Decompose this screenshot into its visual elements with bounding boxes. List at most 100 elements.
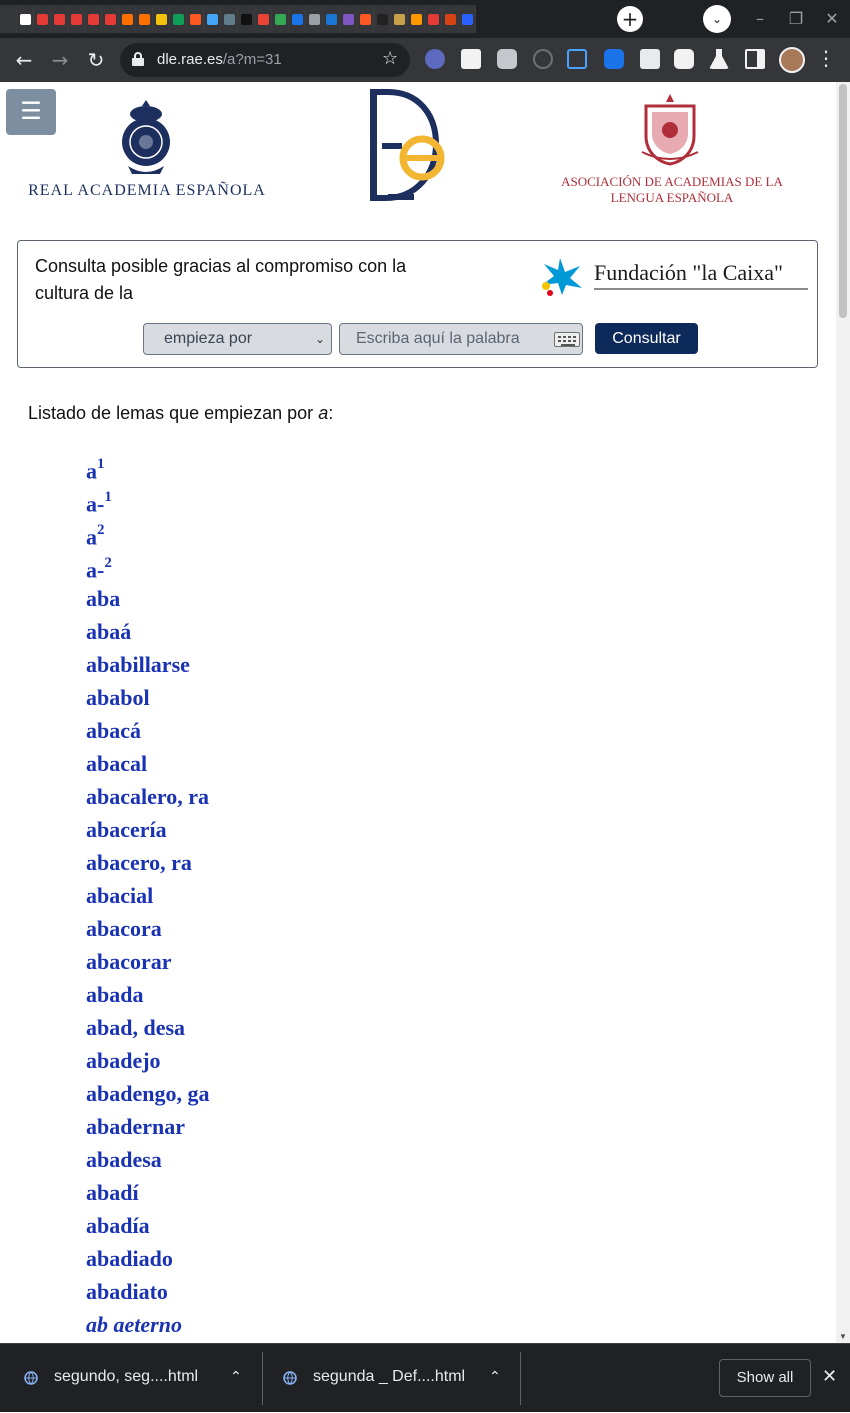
puzzle-blue-extension-icon[interactable] <box>604 49 624 69</box>
keyboard-icon[interactable] <box>554 332 580 347</box>
browser-tab[interactable] <box>170 5 187 33</box>
browser-tab[interactable] <box>323 5 340 33</box>
browser-tab[interactable] <box>238 5 255 33</box>
lemma-text: a <box>86 458 97 484</box>
scrollbar-thumb[interactable] <box>839 84 847 318</box>
browser-tab[interactable] <box>340 5 357 33</box>
lemma-link[interactable]: ababillarse <box>86 648 209 681</box>
lemma-link[interactable]: abada <box>86 978 209 1011</box>
rae-logo[interactable]: REAL ACADEMIA ESPAÑOLA <box>22 96 272 204</box>
browser-tab[interactable] <box>272 5 289 33</box>
address-bar[interactable]: dle.rae.es/a?m=31 ☆ <box>120 43 410 77</box>
browser-tab[interactable] <box>102 5 119 33</box>
consult-button[interactable]: Consultar <box>595 323 698 354</box>
browser-tab[interactable] <box>255 5 272 33</box>
browser-tab[interactable] <box>17 5 34 33</box>
chevron-up-icon[interactable]: ⌃ <box>230 1369 242 1385</box>
tab-favicon-icon <box>189 13 201 25</box>
page-scrollbar[interactable]: ▼ <box>836 82 850 1343</box>
flask-extension-icon[interactable] <box>709 49 729 69</box>
new-tab-button[interactable]: + <box>617 6 643 32</box>
browser-tab[interactable] <box>306 5 323 33</box>
browser-tab[interactable] <box>408 5 425 33</box>
lemma-link[interactable]: ababol <box>86 681 209 714</box>
browser-tab[interactable] <box>119 5 136 33</box>
browser-tab[interactable] <box>289 5 306 33</box>
asale-logo[interactable]: ASOCIACIÓN DE ACADEMIAS DE LA LENGUA ESP… <box>552 92 792 210</box>
close-download-bar-icon[interactable]: ✕ <box>822 1366 837 1387</box>
block-extension-icon[interactable] <box>533 49 553 69</box>
lemma-link[interactable]: aba <box>86 582 209 615</box>
lemma-link[interactable]: abacero, ra <box>86 846 209 879</box>
restore-button[interactable]: ❐ <box>778 0 814 38</box>
browser-menu-icon[interactable]: ⋮ <box>816 46 836 70</box>
lemma-link[interactable]: abadesa <box>86 1143 209 1176</box>
lemma-link[interactable]: a1 <box>86 450 209 483</box>
browser-tab[interactable] <box>204 5 221 33</box>
skull-extension-icon[interactable] <box>461 49 481 69</box>
reload-button[interactable]: ↻ <box>82 46 110 74</box>
lemma-link[interactable]: abacora <box>86 912 209 945</box>
chevron-up-icon[interactable]: ⌃ <box>489 1369 501 1385</box>
lemma-link[interactable]: abadía <box>86 1209 209 1242</box>
lemma-link[interactable]: abaá <box>86 615 209 648</box>
browser-tab[interactable] <box>187 5 204 33</box>
lemma-link[interactable]: abacalero, ra <box>86 780 209 813</box>
forward-button[interactable]: → <box>46 46 74 74</box>
search-mode-select[interactable]: empieza por ⌄ <box>143 323 332 355</box>
puzzle-extension-icon[interactable] <box>497 49 517 69</box>
lemma-homonym-number: 2 <box>104 555 112 571</box>
caixa-logo[interactable]: Fundación "la Caixa" <box>538 256 810 296</box>
sidebar-icon[interactable] <box>745 49 765 69</box>
lemma-link[interactable]: abacá <box>86 714 209 747</box>
capture-extension-icon[interactable] <box>567 49 587 69</box>
lemma-link[interactable]: abacial <box>86 879 209 912</box>
search-input[interactable]: Escriba aquí la palabra <box>339 323 583 355</box>
browser-tab[interactable] <box>357 5 374 33</box>
close-window-button[interactable]: ✕ <box>814 0 850 38</box>
browser-tab[interactable] <box>34 5 51 33</box>
show-all-downloads-button[interactable]: Show all <box>719 1359 811 1397</box>
browser-tab[interactable] <box>136 5 153 33</box>
lemma-link[interactable]: abadejo <box>86 1044 209 1077</box>
minimize-button[interactable]: – <box>742 0 778 38</box>
browser-tab[interactable] <box>425 5 442 33</box>
document-extension-icon[interactable] <box>640 49 660 69</box>
browser-tab[interactable] <box>85 5 102 33</box>
browser-tab[interactable] <box>459 5 476 33</box>
browser-tab[interactable] <box>153 5 170 33</box>
lemma-link[interactable]: ab aeterno <box>86 1308 209 1341</box>
globe-extension-icon[interactable] <box>425 49 445 69</box>
lemma-link[interactable]: abadengo, ga <box>86 1077 209 1110</box>
browser-tab[interactable] <box>391 5 408 33</box>
lemma-link[interactable]: abadiato <box>86 1275 209 1308</box>
lemma-link[interactable]: a-1 <box>86 483 209 516</box>
browser-tab[interactable] <box>68 5 85 33</box>
tab-favicon-icon <box>53 13 65 25</box>
lemma-link[interactable]: abadernar <box>86 1110 209 1143</box>
tab-search-button[interactable]: ⌄ <box>703 5 731 33</box>
scroll-down-icon[interactable]: ▼ <box>839 1332 847 1341</box>
lemma-link[interactable]: a2 <box>86 516 209 549</box>
browser-tab[interactable] <box>442 5 459 33</box>
lemma-link[interactable]: abad, desa <box>86 1011 209 1044</box>
lemma-link[interactable]: a-2 <box>86 549 209 582</box>
lemma-link[interactable]: abadí <box>86 1176 209 1209</box>
lemma-link[interactable]: abacal <box>86 747 209 780</box>
lemma-link[interactable]: abadiado <box>86 1242 209 1275</box>
browser-tab[interactable] <box>0 5 17 33</box>
caixa-underline <box>594 288 808 290</box>
browser-tab[interactable] <box>51 5 68 33</box>
dle-logo[interactable] <box>360 88 450 206</box>
download-item[interactable]: segundo, seg....html ⌃ <box>24 1344 254 1413</box>
bookmark-star-icon[interactable]: ☆ <box>382 48 398 69</box>
lemma-link[interactable]: abacería <box>86 813 209 846</box>
puzzle-white-extension-icon[interactable] <box>674 49 694 69</box>
back-button[interactable]: ← <box>10 46 38 74</box>
lemma-link[interactable]: abacorar <box>86 945 209 978</box>
browser-tab[interactable] <box>221 5 238 33</box>
download-item[interactable]: segunda _ Def....html ⌃ <box>283 1344 513 1413</box>
lock-icon[interactable] <box>132 52 144 66</box>
profile-avatar[interactable] <box>779 47 805 73</box>
browser-tab[interactable] <box>374 5 391 33</box>
